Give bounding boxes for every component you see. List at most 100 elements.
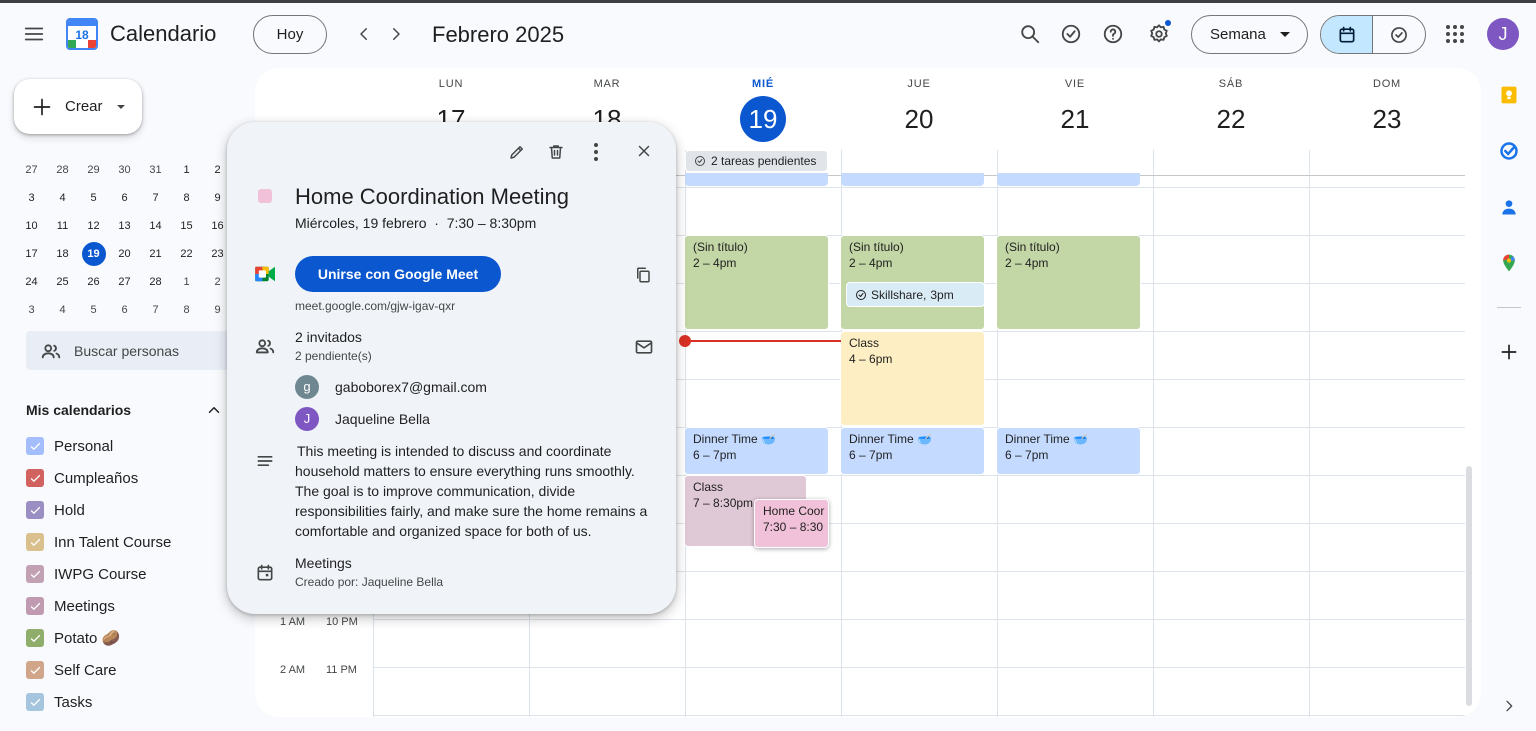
mini-calendar-day[interactable]: 15: [171, 212, 202, 240]
join-meet-button[interactable]: Unirse con Google Meet: [295, 256, 501, 292]
mini-calendar-day[interactable]: 21: [140, 240, 171, 268]
mini-calendar-day[interactable]: 5: [78, 296, 109, 324]
mini-calendar-day[interactable]: 7: [140, 296, 171, 324]
delete-icon[interactable]: [540, 136, 572, 168]
apps-grid-icon[interactable]: [1445, 24, 1465, 44]
calendar-list-item[interactable]: Cumpleaños: [26, 462, 138, 494]
mini-calendar-day[interactable]: 11: [47, 212, 78, 240]
checkbox-checked-icon[interactable]: [26, 629, 44, 647]
guest-name[interactable]: Jaqueline Bella: [335, 411, 430, 427]
add-addon-icon[interactable]: [1497, 340, 1521, 364]
calendar-list-item[interactable]: Inn Talent Course: [26, 526, 171, 558]
checkbox-checked-icon[interactable]: [26, 469, 44, 487]
checkbox-checked-icon[interactable]: [26, 437, 44, 455]
day-number[interactable]: 22: [1153, 96, 1309, 142]
close-icon[interactable]: [628, 135, 660, 167]
mini-calendar-day[interactable]: 3: [16, 184, 47, 212]
day-header[interactable]: DOM 23: [1309, 68, 1465, 142]
mini-calendar-day[interactable]: 19: [78, 240, 109, 268]
mini-calendar-day[interactable]: 12: [78, 212, 109, 240]
mini-calendar-day[interactable]: 7: [140, 184, 171, 212]
calendar-list-item[interactable]: Potato 🥔: [26, 622, 120, 654]
edit-icon[interactable]: [501, 136, 533, 168]
checkbox-checked-icon[interactable]: [26, 501, 44, 519]
email-guests-icon[interactable]: [630, 333, 658, 361]
mini-calendar-day[interactable]: 28: [140, 268, 171, 296]
day-header[interactable]: VIE 21: [997, 68, 1153, 142]
event-class-thu[interactable]: Class 4 – 6pm: [840, 331, 985, 426]
chevron-up-icon[interactable]: [205, 401, 223, 419]
checkbox-checked-icon[interactable]: [26, 661, 44, 679]
mini-calendar-day[interactable]: 4: [47, 184, 78, 212]
task-skillshare[interactable]: Skillshare, 3pm: [846, 282, 985, 307]
mini-calendar-day[interactable]: 20: [109, 240, 140, 268]
mini-calendar-day[interactable]: 31: [140, 156, 171, 184]
checkbox-checked-icon[interactable]: [26, 565, 44, 583]
search-people[interactable]: Buscar personas: [26, 331, 236, 370]
calendar-list-item[interactable]: Self Care: [26, 654, 117, 686]
event-dinner-fri[interactable]: Dinner Time 🥣 6 – 7pm: [996, 427, 1141, 475]
calendar-list-item[interactable]: Meetings: [26, 590, 115, 622]
checkbox-checked-icon[interactable]: [26, 533, 44, 551]
day-number[interactable]: 19: [685, 96, 841, 142]
day-header[interactable]: JUE 20: [841, 68, 997, 142]
calendar-list-item[interactable]: IWPG Course: [26, 558, 147, 590]
mini-calendar-day[interactable]: 30: [109, 156, 140, 184]
main-menu-icon[interactable]: [14, 14, 54, 54]
settings-icon[interactable]: [1139, 14, 1179, 54]
chevron-right-icon[interactable]: [382, 20, 410, 48]
mini-calendar-day[interactable]: 1: [171, 156, 202, 184]
avatar[interactable]: J: [1487, 18, 1519, 50]
mini-calendar-day[interactable]: 17: [16, 240, 47, 268]
google-tasks-icon[interactable]: [1497, 139, 1521, 163]
event-home-coordination[interactable]: Home Coor 7:30 – 8:30: [754, 499, 829, 548]
expand-panel-icon[interactable]: [1497, 694, 1521, 718]
meet-link[interactable]: meet.google.com/gjw-igav-qxr: [295, 299, 455, 313]
mini-calendar-day[interactable]: 22: [171, 240, 202, 268]
checkbox-checked-icon[interactable]: [26, 693, 44, 711]
mini-calendar-day[interactable]: 28: [47, 156, 78, 184]
keep-icon[interactable]: [1497, 83, 1521, 107]
day-number[interactable]: 20: [841, 96, 997, 142]
mini-calendar-day[interactable]: 27: [16, 156, 47, 184]
day-number[interactable]: 23: [1309, 96, 1465, 142]
scrollbar[interactable]: [1466, 466, 1472, 706]
mini-calendar-day[interactable]: 8: [171, 184, 202, 212]
mini-calendar-day[interactable]: 10: [16, 212, 47, 240]
all-day-event-fri[interactable]: [997, 173, 1140, 186]
view-selector[interactable]: Semana: [1191, 15, 1308, 54]
mini-calendar-day[interactable]: 13: [109, 212, 140, 240]
mini-calendar-day[interactable]: 6: [109, 184, 140, 212]
checkbox-checked-icon[interactable]: [26, 597, 44, 615]
mini-calendar-day[interactable]: 1: [171, 268, 202, 296]
event-untitled-fri[interactable]: (Sin título) 2 – 4pm: [996, 235, 1141, 330]
copy-icon[interactable]: [629, 261, 657, 289]
guest-name[interactable]: gaboborex7@gmail.com: [335, 379, 487, 395]
chevron-left-icon[interactable]: [350, 20, 378, 48]
day-number[interactable]: 21: [997, 96, 1153, 142]
today-button[interactable]: Hoy: [253, 15, 327, 54]
mini-calendar-day[interactable]: 25: [47, 268, 78, 296]
mini-calendar-day[interactable]: 26: [78, 268, 109, 296]
day-header[interactable]: MIÉ 19: [685, 68, 841, 142]
all-day-event-thu[interactable]: [841, 173, 984, 186]
search-icon[interactable]: [1010, 14, 1050, 54]
mini-calendar-day[interactable]: 6: [109, 296, 140, 324]
my-calendars-title[interactable]: Mis calendarios: [26, 402, 131, 418]
mini-calendar-day[interactable]: 29: [78, 156, 109, 184]
contacts-icon[interactable]: [1497, 195, 1521, 219]
event-dinner-thu[interactable]: Dinner Time 🥣 6 – 7pm: [840, 427, 985, 475]
calendar-list-item[interactable]: Personal: [26, 430, 113, 462]
mini-calendar-day[interactable]: 24: [16, 268, 47, 296]
calendar-view-icon[interactable]: [1321, 16, 1374, 53]
pending-tasks-chip[interactable]: 2 tareas pendientes: [685, 150, 828, 172]
mini-calendar-day[interactable]: 14: [140, 212, 171, 240]
mini-calendar-day[interactable]: 8: [171, 296, 202, 324]
mini-calendar-day[interactable]: 4: [47, 296, 78, 324]
event-dinner-wed[interactable]: Dinner Time 🥣 6 – 7pm: [684, 427, 829, 475]
maps-icon[interactable]: [1497, 251, 1521, 275]
all-day-event-wed[interactable]: [685, 173, 828, 186]
more-options-icon[interactable]: [594, 143, 598, 161]
mini-calendar-day[interactable]: 27: [109, 268, 140, 296]
event-untitled-wed[interactable]: (Sin título) 2 – 4pm: [684, 235, 829, 330]
